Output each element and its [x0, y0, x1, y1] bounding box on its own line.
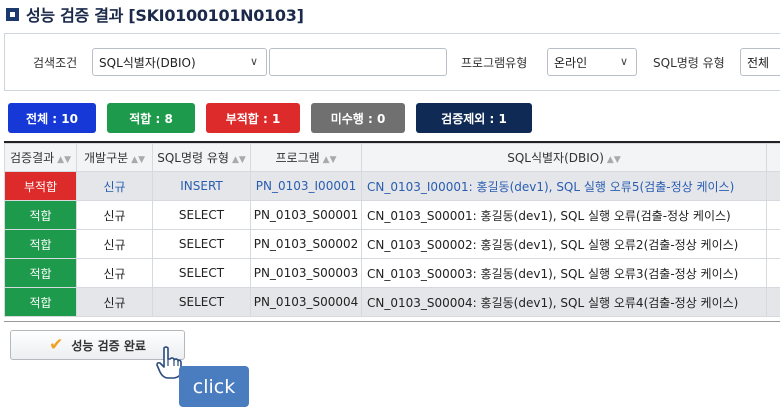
click-tooltip: click — [179, 366, 249, 407]
sqltype-cell: SELECT — [152, 287, 251, 317]
program-cell: PN_0103_I00001 — [250, 171, 362, 201]
sqlid-cell: CN_0103_S00003: 홍길동(dev1), SQL 실행 오류3(검출… — [361, 258, 767, 288]
dev-cell: 신규 — [76, 229, 153, 259]
page-header: 성능 검증 결과 [SKI0100101N0103] — [6, 4, 304, 25]
sort-icon: ▲▼ — [322, 155, 337, 165]
sqltype-cell: SELECT — [152, 258, 251, 288]
search-condition-label: 검색조건 — [33, 56, 78, 70]
program-cell: PN_0103_S00003 — [250, 258, 362, 288]
summary-badges: 전체 : 10 적합 : 8 부적합 : 1 미수행 : 0 검증제외 : 1 — [8, 103, 543, 133]
sqltype-cell: SELECT — [152, 200, 251, 230]
complete-button-label: 성능 검증 완료 — [71, 338, 146, 353]
program-cell: PN_0103_S00001 — [250, 200, 362, 230]
column-header-sqltype[interactable]: SQL명령 유형 ▲▼ — [152, 143, 251, 172]
dev-cell: 신규 — [76, 200, 153, 230]
result-cell: 적합 — [4, 200, 77, 230]
fail-badge[interactable]: 부적합 : 1 — [206, 103, 300, 133]
sqlid-cell: CN_0103_S00004: 홍길동(dev1), SQL 실행 오류4(검출… — [361, 287, 767, 317]
pass-badge[interactable]: 적합 : 8 — [107, 103, 195, 133]
dev-cell: 신규 — [76, 171, 153, 201]
column-header-extra — [766, 143, 780, 172]
sort-icon: ▲▼ — [231, 155, 246, 165]
sort-icon: ▲▼ — [131, 155, 145, 165]
search-input[interactable] — [269, 48, 447, 76]
sort-icon: ▲▼ — [606, 155, 621, 165]
result-cell: 적합 — [4, 258, 77, 288]
column-header-program[interactable]: 프로그램 ▲▼ — [250, 143, 362, 172]
program-type-select[interactable]: 온라인 ∨ — [547, 48, 637, 76]
sql-type-value: 전체 — [747, 55, 770, 70]
column-header-sqlid[interactable]: SQL식별자(DBIO) ▲▼ — [361, 143, 767, 172]
table-row[interactable]: 적합 신규 SELECT PN_0103_S00002 CN_0103_S000… — [4, 229, 780, 259]
excluded-badge[interactable]: 검증제외 : 1 — [416, 103, 532, 133]
page-title: 성능 검증 결과 [SKI0100101N0103] — [26, 6, 304, 25]
result-cell: 적합 — [4, 287, 77, 317]
square-icon — [6, 7, 19, 21]
program-type-value: 온라인 — [554, 55, 588, 70]
program-type-label: 프로그램유형 — [461, 56, 528, 70]
chevron-down-icon: ∨ — [249, 55, 258, 68]
dev-cell: 신규 — [76, 258, 153, 288]
total-badge[interactable]: 전체 : 10 — [8, 103, 96, 133]
table-row[interactable]: 적합 신규 SELECT PN_0103_S00003 CN_0103_S000… — [4, 258, 780, 288]
search-panel: 검색조건 SQL식별자(DBIO) ∨ 프로그램유형 온라인 ∨ SQL명령 유… — [4, 33, 780, 91]
sqlid-cell: CN_0103_S00001: 홍길동(dev1), SQL 실행 오류(검출-… — [361, 200, 767, 230]
chevron-down-icon: ∨ — [619, 55, 628, 68]
program-cell: PN_0103_S00002 — [250, 229, 362, 259]
not-run-badge[interactable]: 미수행 : 0 — [311, 103, 405, 133]
sort-icon: ▲▼ — [57, 155, 71, 165]
sqlid-cell: CN_0103_S00002: 홍길동(dev1), SQL 실행 오류2(검출… — [361, 229, 767, 259]
program-cell: PN_0103_S00004 — [250, 287, 362, 317]
search-condition-select[interactable]: SQL식별자(DBIO) ∨ — [92, 48, 267, 76]
sql-type-select[interactable]: 전체 — [740, 48, 780, 76]
column-header-result[interactable]: 검증결과 ▲▼ — [4, 143, 77, 172]
dev-cell: 신규 — [76, 287, 153, 317]
sqltype-cell: SELECT — [152, 229, 251, 259]
sql-type-label: SQL명령 유형 — [653, 56, 725, 70]
sqltype-cell: INSERT — [152, 171, 251, 201]
table-row[interactable]: 적합 신규 SELECT PN_0103_S00004 CN_0103_S000… — [4, 287, 780, 317]
table-row[interactable]: 부적합 신규 INSERT PN_0103_I00001 CN_0103_I00… — [4, 171, 780, 201]
result-grid: 검증결과 ▲▼ 개발구분 ▲▼ SQL명령 유형 ▲▼ 프로그램 ▲▼ SQL식별자(D… — [4, 141, 780, 322]
table-row[interactable]: 적합 신규 SELECT PN_0103_S00001 CN_0103_S000… — [4, 200, 780, 230]
result-cell: 적합 — [4, 229, 77, 259]
result-cell: 부적합 — [4, 171, 77, 201]
check-icon: ✔ — [49, 335, 64, 355]
sqlid-cell: CN_0103_I00001: 홍길동(dev1), SQL 실행 오류5(검출… — [361, 171, 767, 201]
column-header-dev[interactable]: 개발구분 ▲▼ — [76, 143, 153, 172]
search-condition-value: SQL식별자(DBIO) — [99, 55, 196, 70]
